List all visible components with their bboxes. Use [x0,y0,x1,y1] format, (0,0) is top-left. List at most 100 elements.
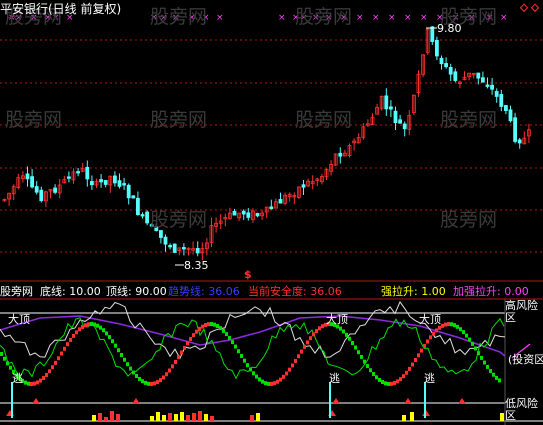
indicator-step-block [24,380,27,385]
candle-body [53,187,57,193]
bottom-signal-bar [410,412,414,421]
indicator-step-block [186,341,189,346]
indicator-step-block [132,370,135,375]
candle-body [485,84,490,87]
indicator-step-block [357,350,360,355]
candle-body [30,176,35,188]
indicator-step-block [429,335,432,340]
candle-body [85,166,90,180]
indicator-step-block [432,331,435,336]
candle-body [76,171,80,174]
indicator-step-block [210,322,213,327]
top-cross-marker: × [404,13,412,23]
bottom-signal-bar [168,413,172,421]
indicator-step-block [90,322,93,327]
indicator-step-block [372,371,375,376]
indicator-step-block [291,363,294,368]
indicator-step-block [81,324,84,329]
indicator-step-block [42,376,45,381]
indicator-step-block [339,326,342,331]
signal-arrow [332,398,340,404]
indicator-step-block [387,381,390,386]
indicator-step-block [87,322,90,327]
indicator-step-block [162,375,165,380]
indicator-step-block [288,367,291,372]
candle-body [448,67,453,75]
low-risk-zone-label: 低风险区 [505,397,538,422]
signal-arrow [32,398,40,404]
watermark: 股旁网 [440,209,498,231]
signal-arrow [404,398,412,404]
big-top-label: 大顶 [419,313,441,326]
indicator-step-block [474,346,477,351]
bottom-signal-bar [98,413,102,421]
indicator-step-block [492,372,495,377]
bottom-signal-bar [174,414,178,421]
indicator-step-block [207,322,210,327]
bottom-signal-bar [402,415,406,421]
indicator-step-block [198,326,201,331]
candle-body [67,176,71,179]
candle-body [388,106,393,110]
candle-body [172,243,177,253]
bottom-signal-bar [256,413,260,421]
indicator-step-block [0,352,3,356]
strong-pull-value: 强拉升: 1.00 [381,285,446,298]
topline-value: 顶线: 90.00 [106,285,167,298]
indicator-step-block [411,362,414,367]
candle-body [34,186,39,193]
watermark: 股旁网 [295,6,353,28]
indicator-step-block [138,376,141,381]
candle-body [439,57,444,65]
indicator-step-block [303,344,306,349]
candle-body [384,95,389,110]
indicator-step-block [66,342,69,347]
top-cross-marker: × [216,13,224,23]
indicator-step-block [345,332,348,337]
candle-body [490,84,495,90]
candle-body [444,63,449,68]
bottom-signal-bar [186,415,190,421]
candle-body [402,123,407,130]
indicator-step-block [489,369,492,374]
indicator-step-block [258,377,261,382]
indicator-step-block [33,381,36,386]
watermark: 股旁网 [5,109,63,131]
indicator-step-block [204,322,207,327]
indicator-step-block [168,368,171,373]
indicator-step-block [27,381,30,386]
indicator-step-block [114,343,117,348]
candle-body [181,247,186,250]
indicator-step-block [483,360,486,365]
candle-body [168,245,173,248]
indicator-step-block [342,329,345,334]
bottom-signal-bar [150,416,154,421]
indicator-step-block [282,374,285,379]
indicator-step-block [498,378,501,383]
indicator-step-block [48,369,51,374]
trendline-value: 趋势线: 36.06 [168,285,240,298]
indicator-step-block [63,346,66,351]
indicator-step-block [495,375,498,380]
extra-strong-pull-value: 加强拉升: 0.00 [453,285,529,298]
indicator-step-block [141,379,144,384]
candle-body [126,184,131,199]
indicator-step-block [117,348,120,353]
indicator-step-block [456,324,459,329]
candle-body [195,248,200,254]
indicator-step-block [75,330,78,335]
indicator-step-block [462,330,465,335]
indicator-step-block [108,335,111,340]
indicator-step-block [285,371,288,376]
indicator-step-block [360,354,363,359]
indicator-step-block [78,327,81,332]
candle-body [398,119,403,124]
indicator-step-block [99,325,102,330]
top-cross-marker: × [356,13,364,23]
indicator-step-block [309,336,312,341]
top-cross-marker: × [420,13,428,23]
indicator-step-block [417,353,420,358]
candle-body [103,180,108,185]
bottom-signal-bar [116,414,120,421]
indicator-step-block [150,381,153,386]
